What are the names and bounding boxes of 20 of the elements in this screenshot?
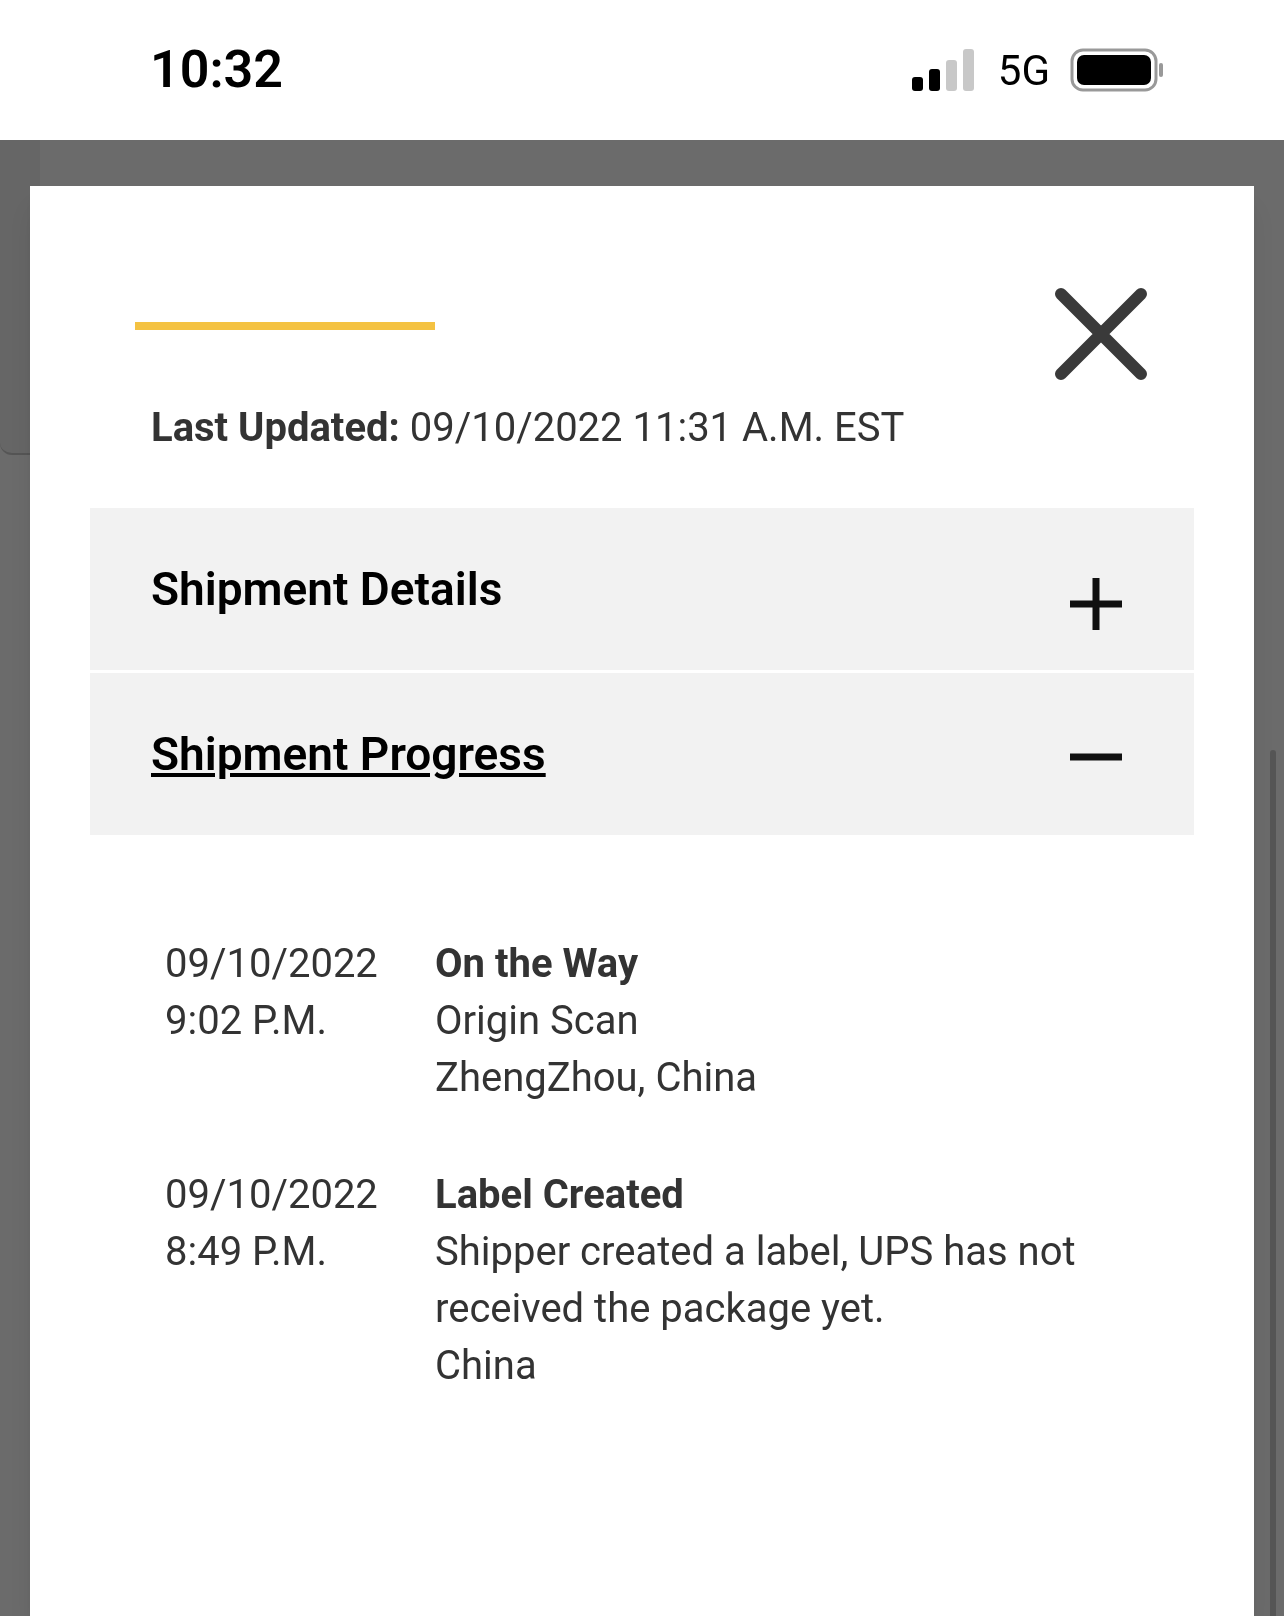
accordion-header[interactable]: Shipment Details xyxy=(90,508,1194,670)
event-detail: ZhengZhou, China xyxy=(435,1053,758,1103)
event-detail: Shipper created a label, UPS has not received the package yet. xyxy=(435,1227,1077,1334)
event-date: 09/10/2022 xyxy=(165,1170,378,1220)
event-detail: Origin Scan xyxy=(435,996,639,1046)
battery-icon xyxy=(1070,48,1164,92)
close-button[interactable] xyxy=(1053,286,1149,382)
event-status: On the Way xyxy=(435,939,639,989)
event-time: 9:02 P.M. xyxy=(165,996,327,1046)
minus-icon xyxy=(1068,753,1124,761)
event-time: 8:49 P.M. xyxy=(165,1227,327,1277)
network-label: 5G xyxy=(997,44,1050,97)
accordion-header[interactable]: Shipment Progress xyxy=(90,673,1194,835)
clock-time: 10:32 xyxy=(150,38,283,102)
close-icon xyxy=(1053,286,1149,382)
plus-icon xyxy=(1068,576,1124,632)
last-updated-text: Last Updated: 09/10/2022 11:31 A.M. EST xyxy=(151,403,906,453)
event-status: Label Created xyxy=(435,1170,684,1220)
event-detail: China xyxy=(435,1341,537,1391)
event-date: 09/10/2022 xyxy=(165,939,378,989)
